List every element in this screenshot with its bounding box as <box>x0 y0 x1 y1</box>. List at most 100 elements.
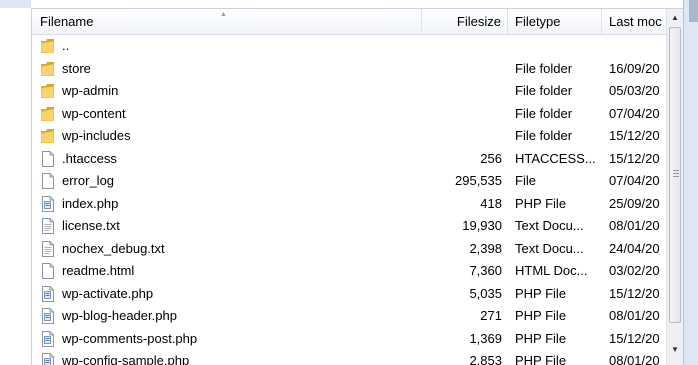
file-row[interactable]: wp-admin File folder 05/03/20 <box>32 80 666 103</box>
sort-ascending-icon: ▲ <box>220 11 227 18</box>
filename-text: license.txt <box>62 218 120 233</box>
thumb-grip-line <box>673 176 679 177</box>
file-row[interactable]: readme.html 7,360 HTML Doc... 03/02/20 <box>32 260 666 283</box>
filetype-cell: HTACCESS... <box>515 150 596 166</box>
filename-cell: store <box>40 58 420 81</box>
filename-cell: license.txt <box>40 215 420 238</box>
scroll-down-arrow-icon[interactable]: ▼ <box>667 341 683 358</box>
filetype-cell: PHP File <box>515 330 567 346</box>
last-modified-cell: 24/04/20 <box>609 240 660 256</box>
filename-cell: error_log <box>40 170 420 193</box>
column-header-filesize[interactable]: Filesize <box>422 9 508 34</box>
blank-file-icon <box>40 150 55 167</box>
filetype-cell: File folder <box>515 128 573 143</box>
filetype-cell: PHP File <box>515 353 567 365</box>
right-pane-edge <box>683 0 698 365</box>
text-file-icon <box>40 240 55 257</box>
filename-text: readme.html <box>62 263 135 278</box>
filename-text: wp-includes <box>62 128 131 143</box>
filename-cell: wp-includes <box>40 125 420 148</box>
filename-cell: wp-content <box>40 103 420 126</box>
left-pane-edge <box>0 0 31 365</box>
filename-text: .. <box>62 38 70 53</box>
last-modified-cell: 15/12/20 <box>609 285 660 301</box>
column-header-filetype[interactable]: Filetype <box>508 9 602 34</box>
filesize-cell <box>422 58 502 81</box>
filesize-cell: 271 <box>480 308 502 323</box>
last-modified-cell <box>609 35 665 58</box>
filename-text: wp-blog-header.php <box>62 308 177 323</box>
filesize-cell: 256 <box>480 150 502 166</box>
column-header-filename-label: Filename <box>40 14 94 29</box>
file-row[interactable]: .htaccess 256 HTACCESS... 15/12/20 <box>32 148 666 171</box>
file-row[interactable]: nochex_debug.txt 2,398 Text Docu... 24/04/2… <box>32 238 666 261</box>
filename-text: wp-content <box>62 105 126 121</box>
last-modified-cell: 15/12/20 <box>609 330 660 346</box>
filename-cell: wp-admin <box>40 80 420 103</box>
filesize-cell: 19,930 <box>462 218 502 233</box>
php-file-icon <box>40 330 55 347</box>
last-modified-cell: 16/09/20 <box>609 60 660 76</box>
filetype-cell: PHP File <box>515 195 567 211</box>
file-row[interactable]: .. <box>32 35 666 58</box>
file-row[interactable]: wp-content File folder 07/04/20 <box>32 103 666 126</box>
thumb-grip-line <box>673 173 679 174</box>
filename-cell: wp-blog-header.php <box>40 305 420 328</box>
file-row[interactable]: wp-blog-header.php 271 PHP File 08/01/20 <box>32 305 666 328</box>
filetype-cell: PHP File <box>515 308 567 323</box>
filename-cell: .htaccess <box>40 148 420 171</box>
filesize-cell: 2,853 <box>469 353 502 365</box>
filename-text: .htaccess <box>62 150 117 166</box>
remote-file-list[interactable]: Filename ▲ Filesize Filetype Last moc .. s… <box>31 8 683 365</box>
filesize-cell: 2,398 <box>469 240 502 256</box>
last-modified-cell: 25/09/20 <box>609 195 660 211</box>
filename-text: store <box>62 60 91 76</box>
filename-text: error_log <box>62 173 115 188</box>
column-header-last-modified[interactable]: Last moc <box>602 9 666 34</box>
filetype-cell: File folder <box>515 60 573 76</box>
column-header-filename[interactable]: Filename ▲ <box>32 9 422 34</box>
right-pane-scroll-fragment <box>689 0 698 22</box>
filetype-cell: HTML Doc... <box>515 263 588 278</box>
filetype-cell: File folder <box>515 83 573 98</box>
file-row[interactable]: wp-activate.php 5,035 PHP File 15/12/20 <box>32 283 666 306</box>
file-row[interactable]: wp-includes File folder 15/12/20 <box>32 125 666 148</box>
filename-text: wp-admin <box>62 83 119 98</box>
filename-cell: nochex_debug.txt <box>40 238 420 261</box>
vertical-scrollbar[interactable]: ▲ ▼ <box>666 9 683 365</box>
filesize-cell: 7,360 <box>469 263 502 278</box>
last-modified-cell: 15/12/20 <box>609 128 660 143</box>
php-file-icon <box>40 285 55 302</box>
filename-text: wp-config-sample.php <box>62 353 190 365</box>
filename-cell: wp-activate.php <box>40 283 420 306</box>
php-file-icon <box>40 353 55 365</box>
file-row[interactable]: index.php 418 PHP File 25/09/20 <box>32 193 666 216</box>
folder-icon <box>40 106 55 122</box>
php-file-icon <box>40 308 55 324</box>
last-modified-cell: 15/12/20 <box>609 150 660 166</box>
thumb-grip-line <box>673 170 679 171</box>
text-file-icon <box>40 218 55 234</box>
folder-icon <box>40 83 55 99</box>
last-modified-cell: 03/02/20 <box>609 263 660 278</box>
filename-text: wp-comments-post.php <box>62 330 198 346</box>
file-row[interactable]: license.txt 19,930 Text Docu... 08/01/20 <box>32 215 666 238</box>
filename-cell: wp-config-sample.php <box>40 350 420 365</box>
blank-file-icon <box>40 173 55 189</box>
file-row[interactable]: store File folder 16/09/20 <box>32 58 666 81</box>
scrollbar-thumb[interactable] <box>669 27 681 323</box>
file-row[interactable]: wp-comments-post.php 1,369 PHP File 15/12/2… <box>32 328 666 351</box>
filetype-cell: File <box>515 173 536 188</box>
scroll-up-arrow-icon[interactable]: ▲ <box>667 9 683 26</box>
blank-file-icon <box>40 263 55 279</box>
filetype-cell: File folder <box>515 105 573 121</box>
last-modified-cell: 07/04/20 <box>609 105 660 121</box>
filename-cell: index.php <box>40 193 420 216</box>
file-row[interactable]: error_log 295,535 File 07/04/20 <box>32 170 666 193</box>
file-row[interactable]: wp-config-sample.php 2,853 PHP File 08/01/2… <box>32 350 666 365</box>
filename-text: wp-activate.php <box>62 285 154 301</box>
filesize-cell: 1,369 <box>469 330 502 346</box>
filesize-cell <box>422 35 502 58</box>
last-modified-cell: 07/04/20 <box>609 173 660 188</box>
filesize-cell <box>422 125 502 148</box>
